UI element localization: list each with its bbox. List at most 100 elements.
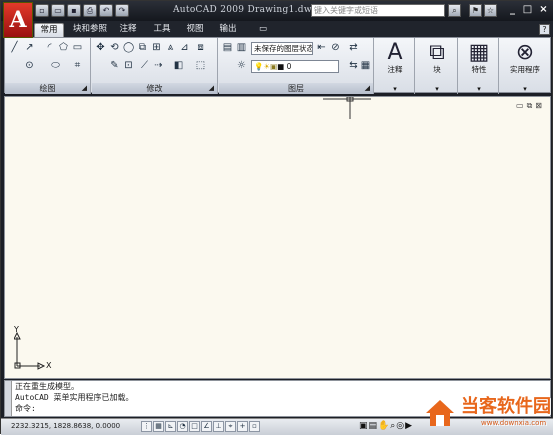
command-window-handle[interactable] <box>5 381 12 416</box>
drawing-canvas[interactable]: ▭ ⧉ ⊠ Y X <box>4 96 551 379</box>
print-icon[interactable]: ⎙ <box>83 4 97 17</box>
block-button[interactable]: ⧉ 块 ▾ <box>416 38 458 94</box>
annotation-label: 注释 <box>387 65 403 74</box>
layer-dropdown[interactable]: 💡☀▣■ 0 <box>251 60 339 73</box>
autocad-logo-icon: A <box>9 7 27 33</box>
new-file-icon[interactable]: ▫ <box>35 4 49 17</box>
copy-icon[interactable]: ⧉ <box>136 41 149 54</box>
redo-icon[interactable]: ↷ <box>115 4 129 17</box>
application-menu-button[interactable]: A <box>3 2 33 38</box>
break-icon[interactable]: ⇢ <box>152 59 165 72</box>
search-input[interactable]: 键入关键字或短语 <box>311 4 445 17</box>
open-file-icon[interactable]: ▭ <box>51 4 65 17</box>
move-icon[interactable]: ✥ <box>94 41 107 54</box>
minimize-button[interactable]: _ <box>506 4 519 17</box>
hatch-icon[interactable]: ⌗ <box>71 59 84 72</box>
layer-freeze-icon[interactable]: ☼ <box>235 59 248 72</box>
mirror-icon[interactable]: ⩓ <box>164 41 177 54</box>
stretch-icon[interactable]: ⊞ <box>150 41 163 54</box>
dropdown-arrow-icon[interactable]: ▾ <box>459 85 499 93</box>
annotation-button[interactable]: A 注释 ▾ <box>375 38 415 94</box>
pan-icon[interactable]: ✋ <box>378 421 389 431</box>
rectangle-icon[interactable]: ▭ <box>71 41 84 54</box>
erase-icon[interactable]: ✎ <box>108 59 121 72</box>
zoom-icon[interactable]: ⌕ <box>390 421 395 431</box>
panel-expand-icon[interactable]: ◢ <box>82 83 87 94</box>
dropdown-arrow-icon[interactable]: ▾ <box>417 85 457 93</box>
layer-match-icon[interactable]: ⇄ <box>347 41 360 54</box>
ellipse-icon[interactable]: ⬭ <box>49 59 62 72</box>
explode-icon[interactable]: ⬚ <box>194 59 207 72</box>
ribbon-minimize-icon[interactable]: ▭ <box>256 23 270 37</box>
tab-output[interactable]: 输出 <box>215 23 241 37</box>
favorites-star-icon[interactable]: ☆ <box>484 4 497 17</box>
layers-panel-label: 图层 <box>288 84 304 93</box>
utilities-button[interactable]: ⊗ 实用程序 ▾ <box>500 38 551 94</box>
help-icon[interactable]: ? <box>539 24 550 35</box>
panel-expand-icon[interactable]: ◢ <box>365 83 370 94</box>
ortho-icon[interactable]: ⊾ <box>165 421 176 432</box>
maximize-button[interactable]: □ <box>521 4 534 17</box>
tab-blocks-references[interactable]: 块和参照 <box>69 23 111 37</box>
close-button[interactable]: × <box>537 4 550 17</box>
title-bar: ▫ ▭ ▪ ⎙ ↶ ↷ AutoCAD 2009 Drawing1.dwg ▸ … <box>1 1 553 21</box>
offset-icon[interactable]: ◧ <box>172 59 185 72</box>
communication-center-icon[interactable]: ⚑ <box>469 4 482 17</box>
tab-home[interactable]: 常用 <box>34 23 64 37</box>
polygon-icon[interactable]: ⬠ <box>57 41 70 54</box>
draw-panel-title[interactable]: 绘图 ◢ <box>5 83 90 94</box>
layout-icon[interactable]: ▤ <box>369 421 378 431</box>
grid-icon[interactable]: ▦ <box>153 421 164 432</box>
properties-button[interactable]: ▦ 特性 ▾ <box>459 38 499 94</box>
current-layer-value: 0 <box>286 62 292 71</box>
fillet-icon[interactable]: ⊿ <box>178 41 191 54</box>
ucs-y-label: Y <box>14 325 19 334</box>
layer-isolate-icon[interactable]: ⊘ <box>329 41 342 54</box>
polar-icon[interactable]: ◔ <box>177 421 188 432</box>
modify-panel-title[interactable]: 修改 ◢ <box>92 83 217 94</box>
lightbulb-icon: 💡 <box>254 62 264 71</box>
window-title-text: AutoCAD 2009 Drawing1.dwg <box>173 5 318 15</box>
osnap-icon[interactable]: □ <box>189 421 200 432</box>
viewport-close-icon[interactable]: ⊠ <box>535 101 542 111</box>
watermark-url: www.downxia.com <box>481 419 547 427</box>
circle-icon[interactable]: ⊙ <box>23 59 36 72</box>
polyline-icon[interactable]: ↗ <box>23 41 36 54</box>
search-icon[interactable]: ⌕ <box>448 4 461 17</box>
layer-properties-icon[interactable]: ▤ <box>221 41 234 54</box>
rotate-icon[interactable]: ⟲ <box>108 41 121 54</box>
layers-panel-title[interactable]: 图层 ◢ <box>219 83 373 94</box>
layer-walk-icon[interactable]: ▦ <box>359 59 372 72</box>
coordinate-readout[interactable]: 2232.3215, 1828.8638, 0.0000 <box>11 422 120 430</box>
showmotion-icon[interactable]: ▶ <box>405 421 412 431</box>
extend-icon[interactable]: ⟋ <box>138 59 151 72</box>
layer-state-dropdown[interactable]: 未保存的图层状态 <box>251 42 313 55</box>
lineweight-icon[interactable]: + <box>237 421 248 432</box>
save-icon[interactable]: ▪ <box>67 4 81 17</box>
dyn-icon[interactable]: ⌖ <box>225 421 236 432</box>
otrack-icon[interactable]: ∠ <box>201 421 212 432</box>
dropdown-arrow-icon[interactable]: ▾ <box>375 85 415 93</box>
dropdown-arrow-icon[interactable]: ▾ <box>505 85 545 93</box>
trim-icon[interactable]: ◯ <box>122 41 135 54</box>
ucs-icon: Y X <box>14 325 54 370</box>
modify-panel-label: 修改 <box>146 84 163 93</box>
scale-icon[interactable]: ⊡ <box>122 59 135 72</box>
undo-icon[interactable]: ↶ <box>99 4 113 17</box>
array-icon[interactable]: ⧈ <box>194 41 207 54</box>
steering-wheel-icon[interactable]: ◎ <box>396 421 404 431</box>
model-icon[interactable]: ▣ <box>359 421 368 431</box>
layer-previous-icon[interactable]: ⇤ <box>315 41 328 54</box>
quick-properties-icon[interactable]: ▫ <box>249 421 260 432</box>
tab-view[interactable]: 视图 <box>182 23 208 37</box>
ducs-icon[interactable]: ⊥ <box>213 421 224 432</box>
tab-annotate[interactable]: 注释 <box>115 23 141 37</box>
tab-tools[interactable]: 工具 <box>149 23 175 37</box>
panel-expand-icon[interactable]: ◢ <box>209 83 214 94</box>
arc-icon[interactable]: ◜ <box>43 41 56 54</box>
viewport-minimize-icon[interactable]: ▭ <box>516 101 524 111</box>
layer-states-icon[interactable]: ▥ <box>235 41 248 54</box>
snap-icon[interactable]: ⋮ <box>141 421 152 432</box>
line-icon[interactable]: ╱ <box>8 41 21 54</box>
viewport-restore-icon[interactable]: ⧉ <box>527 101 533 111</box>
